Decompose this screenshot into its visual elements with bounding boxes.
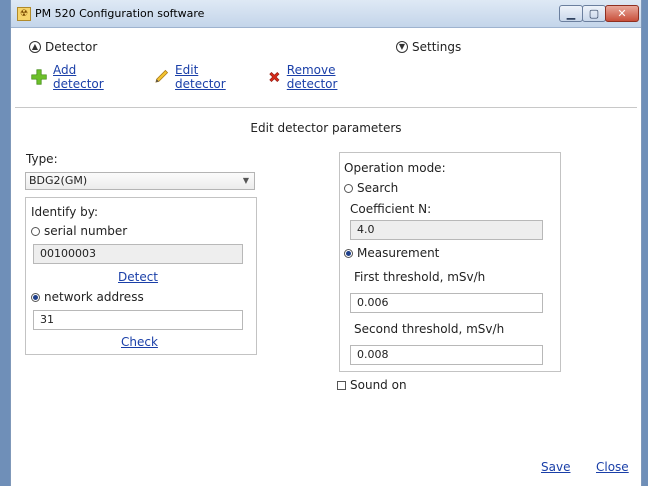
detect-link[interactable]: Detect (118, 270, 158, 284)
identify-label: Identify by: (31, 205, 99, 219)
close-window-button[interactable]: ✕ (605, 5, 639, 22)
edit-detector-link[interactable]: Edit detector (175, 63, 232, 91)
serial-number-input[interactable]: 00100003 (33, 244, 243, 264)
add-detector-link[interactable]: Add detector (53, 63, 110, 91)
app-icon: ☢ (17, 7, 31, 21)
identify-group: Identify by: serial number 00100003 Dete… (25, 197, 257, 355)
remove-detector-button[interactable]: Remove detector (268, 63, 347, 91)
plus-icon (31, 69, 47, 85)
operation-mode-label: Operation mode: (344, 161, 446, 175)
maximize-button[interactable]: ▢ (582, 5, 606, 22)
network-address-label: network address (44, 290, 144, 304)
app-window: ☢ PM 520 Configuration software ▁ ▢ ✕ ▲ … (10, 0, 642, 486)
dropdown-arrow-icon: ▼ (242, 176, 249, 185)
serial-number-radio[interactable]: serial number (31, 224, 127, 238)
type-select-value: BDG2(GM) (29, 174, 88, 187)
coefficient-input[interactable]: 4.0 (350, 220, 543, 240)
coefficient-label: Coefficient N: (350, 202, 432, 216)
measurement-label: Measurement (357, 246, 440, 260)
save-link[interactable]: Save (541, 460, 570, 474)
detector-section-label: Detector (45, 40, 98, 54)
settings-section-label: Settings (412, 40, 462, 54)
close-link[interactable]: Close (596, 460, 629, 474)
search-radio-circle (344, 183, 353, 193)
sound-on-checkbox[interactable]: Sound on (337, 378, 407, 392)
chevron-down-icon: ▼ (396, 41, 408, 53)
title-bar: ☢ PM 520 Configuration software ▁ ▢ ✕ (11, 0, 641, 28)
search-radio[interactable]: Search (344, 181, 398, 195)
pencil-icon (155, 69, 169, 83)
detector-section-toggle[interactable]: ▲ Detector (29, 40, 97, 54)
settings-section-toggle[interactable]: ▼ Settings (396, 40, 461, 54)
sound-on-label: Sound on (350, 378, 407, 392)
serial-radio-circle (31, 226, 40, 236)
remove-detector-link[interactable]: Remove detector (287, 63, 347, 91)
network-radio-circle (31, 292, 40, 302)
window-title: PM 520 Configuration software (35, 7, 205, 20)
red-x-icon (269, 71, 280, 83)
edit-parameters-heading: Edit detector parameters (250, 121, 402, 135)
search-label: Search (357, 181, 399, 195)
network-address-input[interactable]: 31 (33, 310, 243, 330)
type-select[interactable]: BDG2(GM) ▼ (25, 172, 255, 190)
check-link[interactable]: Check (121, 335, 158, 349)
section-divider (15, 107, 637, 108)
chevron-up-icon: ▲ (29, 41, 41, 53)
second-threshold-input[interactable]: 0.008 (350, 345, 543, 365)
measurement-radio[interactable]: Measurement (344, 246, 439, 260)
minimize-button[interactable]: ▁ (559, 5, 583, 22)
first-threshold-input[interactable]: 0.006 (350, 293, 543, 313)
edit-detector-button[interactable]: Edit detector (153, 63, 232, 91)
second-threshold-label: Second threshold, mSv/h (354, 322, 505, 336)
network-address-radio[interactable]: network address (31, 290, 144, 304)
measurement-radio-circle (344, 248, 353, 258)
add-detector-button[interactable]: Add detector (31, 63, 110, 91)
type-label: Type: (26, 152, 58, 166)
sound-checkbox-box (337, 380, 346, 390)
serial-number-label: serial number (44, 224, 128, 238)
first-threshold-label: First threshold, mSv/h (354, 270, 486, 284)
operation-mode-group: Operation mode: Search Coefficient N: 4.… (339, 152, 561, 372)
